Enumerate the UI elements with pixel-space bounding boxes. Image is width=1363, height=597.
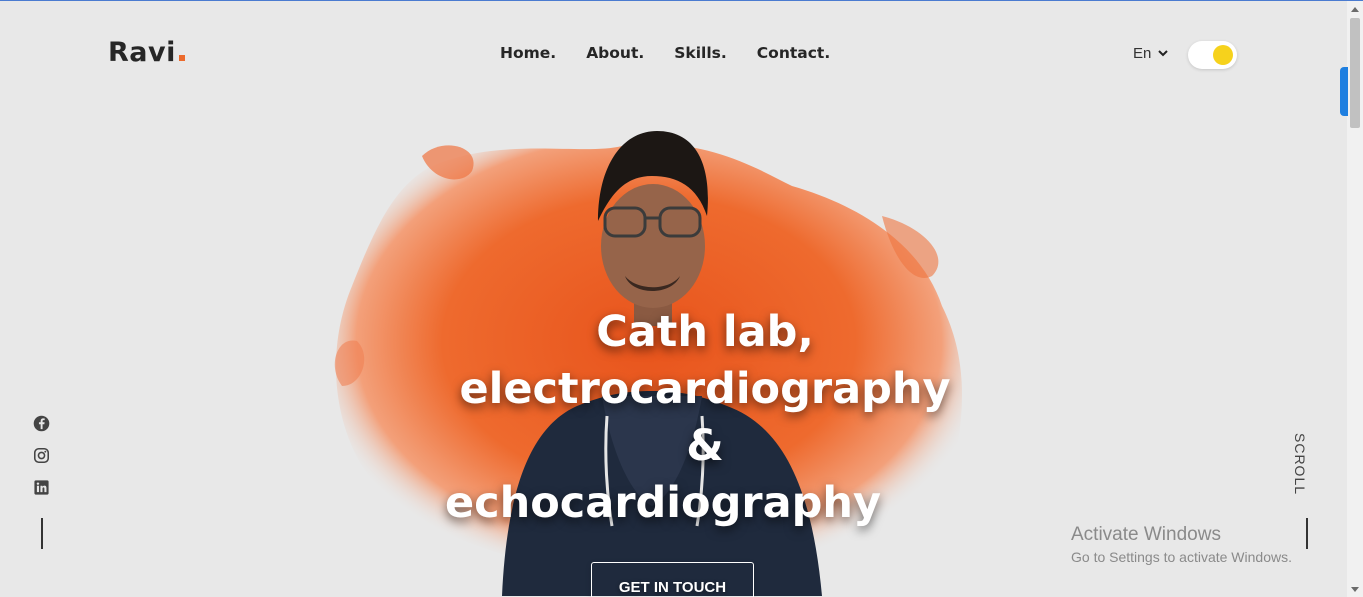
hero-line-1: Cath lab, — [596, 307, 814, 357]
page-scrollbar[interactable] — [1347, 1, 1363, 597]
nav-home[interactable]: Home. — [500, 44, 556, 62]
hero-line-3: & — [686, 421, 724, 471]
scroll-indicator[interactable]: SCROLL — [1292, 433, 1308, 495]
main-nav: Home. About. Skills. Contact. — [500, 44, 830, 62]
get-in-touch-button[interactable]: GET IN TOUCH — [591, 562, 754, 597]
linkedin-icon[interactable] — [33, 479, 50, 496]
site-logo[interactable]: Ravi — [108, 37, 185, 68]
hero-headline: Cath lab, electrocardiography & echocard… — [445, 304, 965, 532]
nav-skills[interactable]: Skills. — [674, 44, 727, 62]
hero-line-4: echocardiography — [445, 478, 882, 528]
logo-dot — [178, 55, 185, 61]
social-links — [33, 415, 50, 496]
nav-about[interactable]: About. — [586, 44, 644, 62]
theme-toggle[interactable] — [1188, 41, 1237, 69]
instagram-icon[interactable] — [33, 447, 50, 464]
scrollbar-thumb[interactable] — [1350, 18, 1360, 128]
chevron-down-icon — [1158, 50, 1169, 57]
side-tab[interactable] — [1340, 67, 1348, 116]
watermark-title: Activate Windows — [1071, 524, 1221, 545]
toggle-knob — [1213, 45, 1233, 65]
watermark-subtitle: Go to Settings to activate Windows. — [1071, 549, 1292, 565]
language-value: En — [1133, 45, 1152, 62]
logo-text: Ravi — [108, 37, 176, 68]
hero-line-2: electrocardiography — [459, 364, 951, 414]
scroll-up-arrow-icon[interactable] — [1351, 7, 1359, 12]
social-divider-line — [41, 518, 43, 549]
scroll-down-arrow-icon[interactable] — [1351, 587, 1359, 592]
nav-contact[interactable]: Contact. — [757, 44, 830, 62]
windows-activation-watermark: Activate Windows Go to Settings to activ… — [1071, 524, 1292, 565]
scroll-divider-line — [1306, 518, 1308, 549]
language-select[interactable]: En — [1133, 45, 1169, 62]
facebook-icon[interactable] — [33, 415, 50, 432]
